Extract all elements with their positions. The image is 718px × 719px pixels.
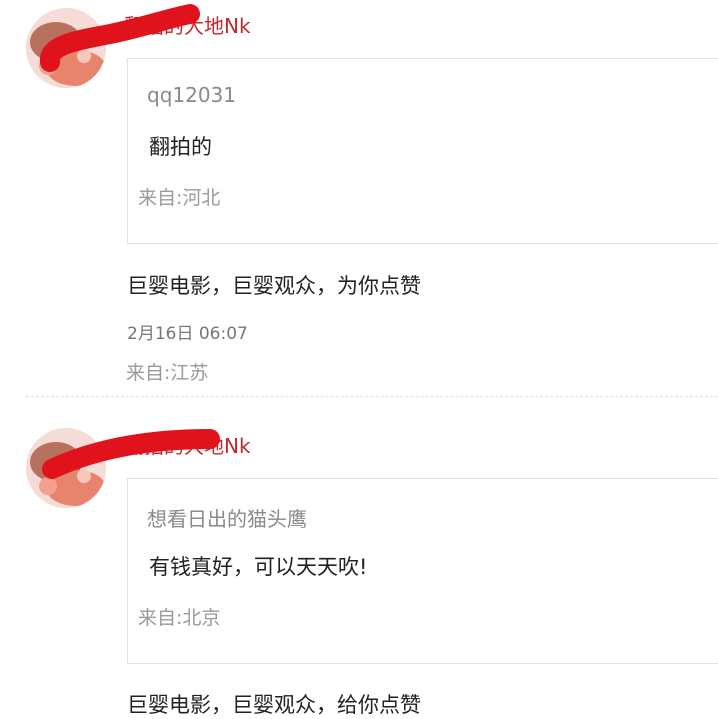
quoted-username[interactable]: 想看日出的猫头鹰	[147, 503, 307, 532]
timestamp: 2月16日 06:07	[127, 324, 248, 344]
quoted-location: 来自:北京	[138, 607, 221, 629]
quoted-text: 翻拍的	[149, 135, 212, 159]
location: 来自:江苏	[126, 362, 209, 384]
avatar[interactable]	[26, 8, 106, 88]
quoted-text: 有钱真好，可以天天吹!	[149, 555, 368, 579]
avatar[interactable]	[26, 428, 106, 508]
reply-text: 巨婴电影，巨婴观众，给你点赞	[127, 693, 421, 717]
quoted-comment: 想看日出的猫头鹰 有钱真好，可以天天吹! 来自:北京	[127, 478, 718, 664]
comment-item: 翻拍的大地Nk 想看日出的猫头鹰 有钱真好，可以天天吹! 来自:北京 巨婴电影，…	[0, 397, 718, 719]
quoted-username[interactable]: qq12031	[147, 83, 236, 107]
username-link[interactable]: 翻拍的大地Nk	[124, 430, 251, 459]
reply-text: 巨婴电影，巨婴观众，为你点赞	[127, 274, 421, 298]
quoted-location: 来自:河北	[138, 187, 221, 209]
quoted-comment: qq12031 翻拍的 来自:河北	[127, 58, 718, 244]
comment-item: 翻拍的大地Nk qq12031 翻拍的 来自:河北 巨婴电影，巨婴观众，为你点赞…	[0, 0, 718, 396]
username-link[interactable]: 翻拍的大地Nk	[124, 10, 251, 39]
comment-feed: 翻拍的大地Nk qq12031 翻拍的 来自:河北 巨婴电影，巨婴观众，为你点赞…	[0, 0, 718, 719]
